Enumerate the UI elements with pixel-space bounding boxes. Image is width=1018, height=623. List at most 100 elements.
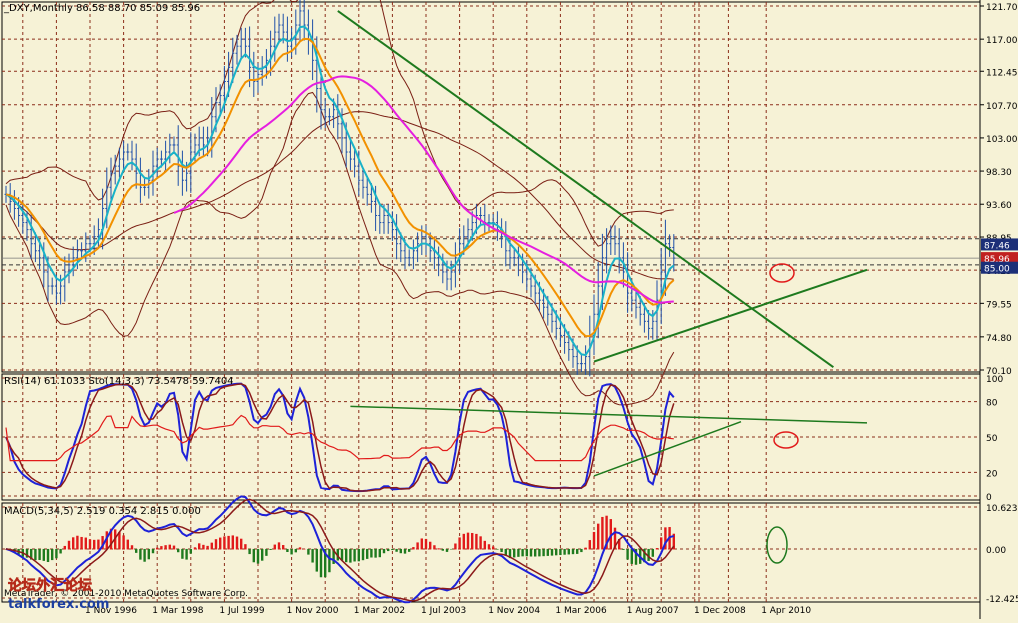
macd-histogram-bar [55, 548, 58, 559]
price-panel-header: _DXY,Monthly 86.58 88.70 85.09 85.96 [3, 3, 200, 14]
macd-histogram-bar [143, 548, 146, 562]
macd-histogram-bar [206, 545, 209, 550]
macd-histogram-bar [181, 548, 184, 559]
price-tick-label: 74.80 [986, 334, 1012, 344]
macd-histogram-bar [97, 539, 100, 550]
macd-histogram-bar [538, 548, 541, 557]
macd-histogram-bar [185, 548, 188, 560]
osc-tick-label: 80 [986, 399, 998, 409]
price-tick-label: 117.00 [986, 36, 1018, 46]
macd-histogram-bar [534, 548, 537, 557]
macd-histogram-bar [445, 548, 449, 552]
macd-histogram-bar [244, 544, 247, 550]
macd-histogram-bar [156, 547, 159, 550]
macd-histogram-bar [458, 537, 461, 550]
chart-svg: 1 Nov 1996 1 Mar 1998 1 Jul 1999 1 Nov 2000… [0, 0, 1018, 619]
macd-histogram-bar [571, 548, 575, 555]
macd-histogram-bar [559, 548, 562, 556]
x-tick-label: 1 Aug 2007 [627, 606, 679, 616]
macd-histogram-bar [164, 545, 167, 550]
macd-histogram-bar [580, 548, 583, 553]
macd-histogram-bar [307, 548, 310, 555]
macd-histogram-bar [466, 532, 470, 550]
macd-histogram-bar [357, 548, 360, 562]
macd-histogram-bar [72, 537, 75, 550]
macd-histogram-bar [630, 548, 633, 564]
chart-background [0, 0, 1018, 619]
macd-histogram-bar [311, 548, 314, 563]
macd-histogram-bar [227, 535, 230, 550]
macd-histogram-bar [500, 548, 503, 553]
macd-histogram-bar [319, 548, 323, 578]
macd-histogram-bar [370, 548, 373, 558]
oscillator-panel-header: RSI(14) 61.1033 Sto(14,3,3) 73.5478 59.7… [4, 376, 234, 387]
x-tick-label: 1 Apr 2010 [761, 606, 811, 616]
macd-histogram-bar [269, 548, 272, 550]
macd-histogram-bar [563, 548, 566, 555]
osc-tick-label: 20 [986, 469, 998, 479]
macd-histogram-bar [412, 547, 415, 550]
price-tick-label: 107.70 [986, 102, 1018, 112]
macd-histogram-bar [67, 540, 71, 550]
macd-histogram-bar [84, 537, 87, 550]
macd-histogram-bar [235, 536, 239, 550]
macd-histogram-bar [471, 532, 474, 550]
macd-histogram-bar [151, 548, 155, 554]
macd-histogram-bar [59, 548, 62, 554]
macd-histogram-bar [550, 548, 554, 556]
macd-histogram-bar [588, 540, 591, 550]
macd-histogram-bar [282, 545, 285, 550]
macd-histogram-bar [277, 542, 281, 550]
osc-tick-label: 50 [986, 434, 998, 444]
price-tick-label: 103.00 [986, 135, 1018, 145]
macd-histogram-bar [252, 548, 255, 563]
macd-histogram-bar [521, 548, 524, 557]
macd-histogram-bar [601, 516, 604, 550]
macd-histogram-bar [542, 548, 545, 557]
watermark-site-text: talkforex.com [8, 597, 109, 612]
price-tick-label: 79.55 [986, 300, 1012, 310]
macd-histogram-bar [567, 548, 570, 555]
macd-histogram-bar [76, 535, 79, 550]
macd-histogram-bar [487, 544, 491, 550]
macd-histogram-bar [248, 548, 251, 555]
macd-histogram-bar [88, 539, 92, 550]
macd-histogram-bar [172, 545, 176, 550]
macd-histogram-bar [366, 548, 369, 559]
macd-histogram-bar [93, 539, 96, 550]
macd-tick-label: 0.00 [986, 546, 1006, 556]
macd-histogram-bar [416, 542, 419, 550]
macd-histogram-bar [382, 548, 386, 554]
macd-histogram-bar [210, 542, 213, 550]
macd-histogram-bar [626, 548, 629, 560]
macd-histogram-bar [139, 548, 142, 560]
macd-histogram-bar [378, 548, 381, 558]
macd-histogram-bar [34, 548, 37, 561]
macd-histogram-bar [374, 548, 377, 558]
macd-histogram-bar [214, 539, 218, 550]
macd-histogram-bar [135, 548, 138, 553]
macd-histogram-bar [437, 548, 440, 550]
macd-tick-label: -12.425 [986, 595, 1018, 605]
macd-histogram-bar [130, 545, 134, 550]
macd-histogram-bar [475, 533, 478, 550]
macd-histogram-bar [42, 548, 45, 561]
macd-histogram-bar [345, 548, 348, 563]
macd-histogram-bar [622, 548, 625, 550]
macd-histogram-bar [46, 548, 50, 562]
macd-histogram-bar [651, 548, 654, 557]
macd-histogram-bar [223, 536, 226, 550]
osc-tick-label: 0 [986, 493, 992, 503]
macd-histogram-bar [286, 548, 289, 552]
macd-histogram-bar [525, 548, 528, 557]
macd-histogram-bar [546, 548, 549, 556]
macd-histogram-bar [353, 548, 356, 562]
macd-histogram-bar [349, 548, 352, 563]
macd-histogram-bar [408, 548, 411, 552]
macd-histogram-bar [529, 548, 533, 557]
macd-histogram-bar [202, 544, 205, 550]
x-tick-label: 1 Nov 2000 [287, 606, 339, 616]
macd-histogram-bar [80, 536, 83, 550]
price-mark-label: 85.00 [984, 265, 1010, 275]
macd-histogram-bar [496, 548, 499, 550]
